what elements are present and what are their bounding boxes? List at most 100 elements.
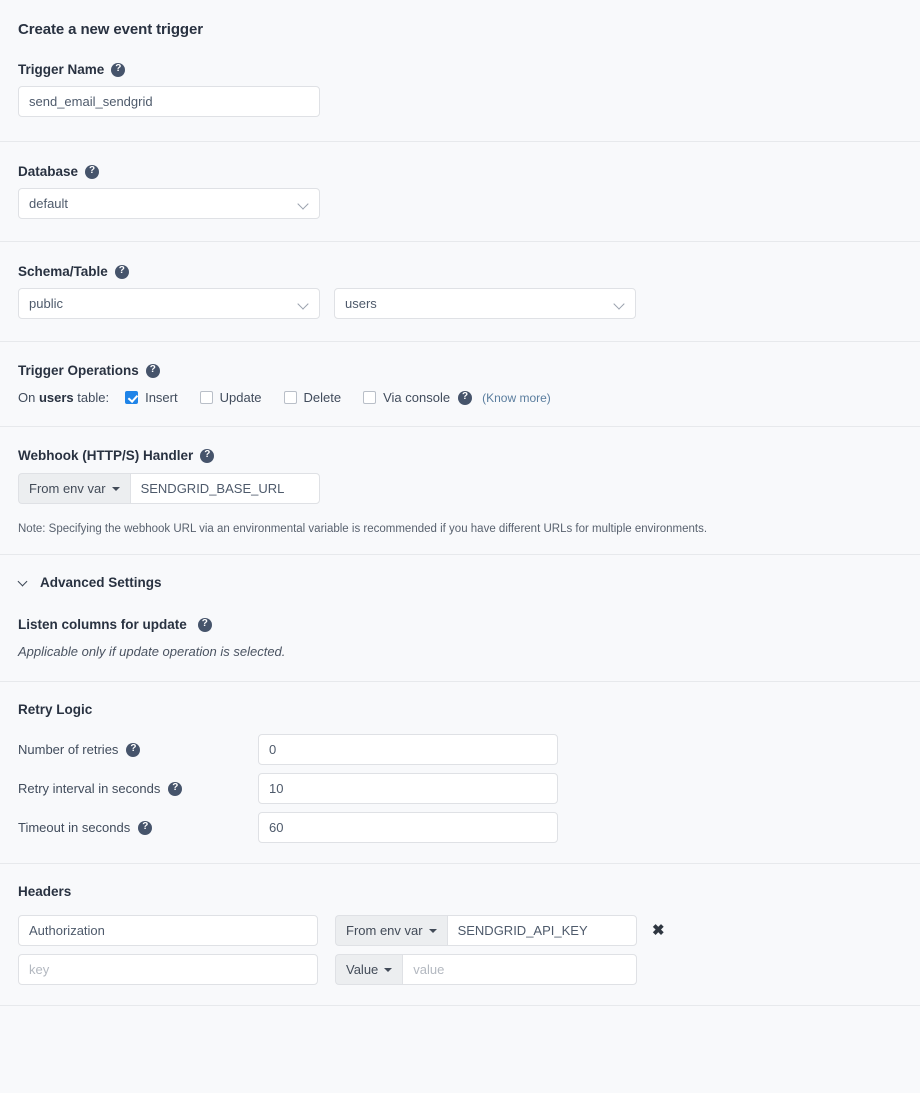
checkbox-update-box[interactable] xyxy=(199,391,213,404)
operations-prefix: On users table: xyxy=(18,390,109,405)
header-row: Authorization From env var SENDGRID_API_… xyxy=(18,915,902,946)
schema-table-label: Schema/Table ? xyxy=(18,264,902,279)
headers-section: Headers Authorization From env var SENDG… xyxy=(0,864,920,985)
caret-down-icon xyxy=(428,928,437,933)
webhook-section: Webhook (HTTP/S) Handler ? From env var … xyxy=(0,427,920,535)
schema-table-section: Schema/Table ? public users xyxy=(0,242,920,319)
headers-rows: Authorization From env var SENDGRID_API_… xyxy=(18,915,902,985)
retry-row-timeout: Timeout in seconds ? 60 xyxy=(18,812,902,843)
schema-table-label-text: Schema/Table xyxy=(18,264,108,279)
checkbox-delete-box[interactable] xyxy=(283,391,297,404)
create-event-trigger-form: Create a new event trigger Trigger Name … xyxy=(0,0,920,1006)
retry-label-text: Number of retries xyxy=(18,742,119,757)
advanced-settings-label: Advanced Settings xyxy=(40,575,162,590)
help-icon[interactable]: ? xyxy=(126,742,141,757)
help-icon[interactable]: ? xyxy=(458,390,473,405)
help-icon-glyph: ? xyxy=(204,449,211,460)
retry-label: Timeout in seconds ? xyxy=(18,820,258,835)
checkbox-via-console-box[interactable] xyxy=(363,391,377,404)
checkbox-delete[interactable]: Delete xyxy=(283,390,342,405)
retry-logic-section: Retry Logic Number of retries ? 0 Retry … xyxy=(0,682,920,843)
database-section: Database ? default xyxy=(0,142,920,219)
trigger-name-label: Trigger Name ? xyxy=(18,62,902,77)
trigger-operations-label: Trigger Operations ? xyxy=(18,363,902,378)
section-divider xyxy=(0,1005,920,1006)
trigger-operations-row: On users table: Insert Update Delete Via… xyxy=(18,390,902,405)
advanced-settings-toggle[interactable]: Advanced Settings xyxy=(18,575,902,590)
page-title: Create a new event trigger xyxy=(18,21,203,38)
webhook-value-input[interactable]: SENDGRID_BASE_URL xyxy=(129,473,320,504)
help-icon[interactable]: ? xyxy=(145,363,160,378)
listen-columns-label-text: Listen columns for update xyxy=(18,617,187,632)
listen-columns-note: Applicable only if update operation is s… xyxy=(18,644,286,659)
help-icon-glyph: ? xyxy=(130,743,137,754)
remove-header-button[interactable]: ✖ xyxy=(652,923,665,938)
checkbox-insert-label: Insert xyxy=(145,390,178,405)
help-icon[interactable]: ? xyxy=(85,164,100,179)
advanced-settings-section: Advanced Settings xyxy=(0,555,920,590)
help-icon[interactable]: ? xyxy=(138,820,153,835)
checkbox-via-console[interactable]: Via console xyxy=(363,390,450,405)
help-icon-glyph: ? xyxy=(88,165,96,176)
help-icon[interactable]: ? xyxy=(111,62,126,77)
trigger-name-input[interactable]: send_email_sendgrid xyxy=(18,86,320,117)
listen-columns-label: Listen columns for update ? xyxy=(18,617,902,632)
retry-label: Number of retries ? xyxy=(18,742,258,757)
header-value-input[interactable]: SENDGRID_API_KEY xyxy=(446,915,637,946)
checkbox-via-console-label: Via console xyxy=(383,390,451,405)
help-icon-glyph: ? xyxy=(462,391,469,402)
chevron-down-icon xyxy=(299,299,309,309)
help-icon-glyph: ? xyxy=(142,821,149,832)
database-label-text: Database xyxy=(18,164,79,179)
checkbox-update-label: Update xyxy=(219,390,262,405)
trigger-name-section: Trigger Name ? send_email_sendgrid xyxy=(0,38,920,117)
webhook-note: Note: Specifying the webhook URL via an … xyxy=(18,523,708,535)
trigger-operations-section: Trigger Operations ? On users table: Ins… xyxy=(0,342,920,405)
schema-table-selects: public users xyxy=(18,288,902,319)
caret-down-icon xyxy=(111,486,120,491)
caret-down-icon xyxy=(384,967,393,972)
help-icon[interactable]: ? xyxy=(168,781,183,796)
database-select-value: default xyxy=(29,196,69,211)
header-key-input[interactable]: key xyxy=(18,954,318,985)
header-key-input[interactable]: Authorization xyxy=(18,915,318,946)
schema-select[interactable]: public xyxy=(18,288,320,319)
webhook-mode-button[interactable]: From env var xyxy=(18,473,130,504)
help-icon[interactable]: ? xyxy=(200,448,215,463)
operations-prefix-before: On xyxy=(18,390,39,405)
retry-row-number-of-retries: Number of retries ? 0 xyxy=(18,734,902,765)
help-icon-glyph: ? xyxy=(172,782,179,793)
help-icon[interactable]: ? xyxy=(197,617,212,632)
chevron-down-icon xyxy=(615,299,625,309)
number-of-retries-input[interactable]: 0 xyxy=(258,734,558,765)
checkbox-insert[interactable]: Insert xyxy=(125,390,178,405)
help-icon-glyph: ? xyxy=(149,364,156,375)
chevron-down-icon xyxy=(18,577,29,588)
timeout-input[interactable]: 60 xyxy=(258,812,558,843)
retry-interval-input[interactable]: 10 xyxy=(258,773,558,804)
webhook-label: Webhook (HTTP/S) Handler ? xyxy=(18,448,902,463)
header-value-mode-label: From env var xyxy=(346,923,423,938)
table-select[interactable]: users xyxy=(334,288,636,319)
retry-row-retry-interval: Retry interval in seconds ? 10 xyxy=(18,773,902,804)
checkbox-insert-box[interactable] xyxy=(125,391,139,404)
header-value-group: Value value xyxy=(335,954,637,985)
header-value-input[interactable]: value xyxy=(402,954,637,985)
database-label: Database ? xyxy=(18,164,902,179)
webhook-input-group: From env var SENDGRID_BASE_URL xyxy=(18,473,320,504)
header-value-mode-button[interactable]: Value xyxy=(335,954,403,985)
listen-columns-section: Listen columns for update ? Applicable o… xyxy=(0,590,920,659)
header-value-mode-button[interactable]: From env var xyxy=(335,915,447,946)
table-select-value: users xyxy=(345,296,377,311)
know-more-link[interactable]: (Know more) xyxy=(482,391,551,405)
checkbox-update[interactable]: Update xyxy=(199,390,262,405)
retry-label: Retry interval in seconds ? xyxy=(18,781,258,796)
operations-prefix-after: table: xyxy=(73,390,110,405)
checkbox-delete-label: Delete xyxy=(303,390,342,405)
retry-logic-label: Retry Logic xyxy=(18,702,93,717)
retry-logic-rows: Number of retries ? 0 Retry interval in … xyxy=(18,734,902,843)
help-icon[interactable]: ? xyxy=(114,264,129,279)
database-select[interactable]: default xyxy=(18,188,320,219)
help-icon-glyph: ? xyxy=(115,63,122,74)
header-row: key Value value xyxy=(18,954,902,985)
